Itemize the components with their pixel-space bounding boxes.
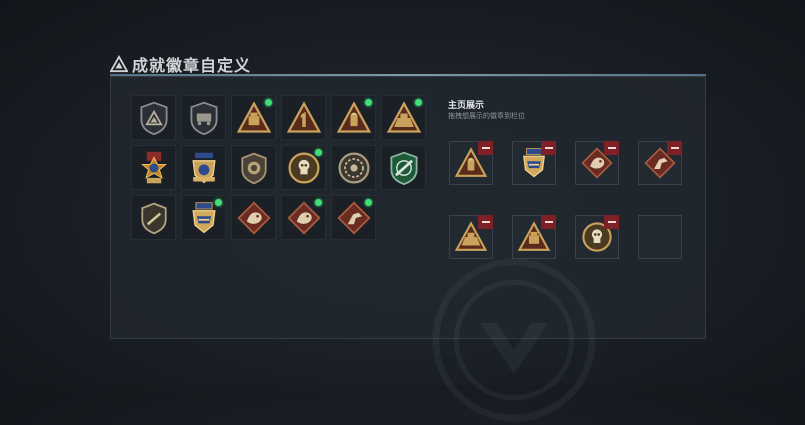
new-indicator-dot — [315, 199, 322, 206]
shield-lion-badge-icon — [240, 152, 267, 184]
remove-badge-button[interactable] — [541, 141, 556, 155]
shield-dagger-badge-icon — [140, 202, 167, 234]
new-indicator-dot — [265, 99, 272, 106]
remove-badge-button[interactable] — [667, 141, 682, 155]
badge-item-14[interactable] — [181, 195, 226, 240]
new-indicator-dot — [365, 199, 372, 206]
badge-item-12[interactable] — [381, 145, 426, 190]
badge-item-16[interactable] — [281, 195, 326, 240]
showcase-slot-1[interactable] — [449, 141, 493, 185]
page-header: 成就徽章自定义 — [110, 53, 251, 75]
remove-badge-button[interactable] — [478, 141, 493, 155]
green-rifle-shield-badge-icon — [390, 151, 417, 185]
new-indicator-dot — [215, 199, 222, 206]
shield-truck-badge-icon — [190, 101, 217, 135]
eagle-crest-badge-icon — [191, 152, 216, 183]
minus-icon — [481, 221, 490, 223]
remove-badge-button[interactable] — [604, 141, 619, 155]
remove-badge-button[interactable] — [604, 215, 619, 229]
showcase-slot-6[interactable] — [512, 215, 556, 259]
new-indicator-dot — [315, 149, 322, 156]
badge-item-5[interactable] — [331, 95, 376, 140]
minus-icon — [607, 147, 616, 149]
showcase-subtitle: 拖拽想展示的徽章到栏位 — [448, 113, 525, 120]
showcase-slot-4[interactable] — [638, 141, 682, 185]
badge-item-11[interactable] — [331, 145, 376, 190]
star-medal-badge-icon — [140, 151, 167, 183]
remove-badge-button[interactable] — [478, 215, 493, 229]
remove-badge-button[interactable] — [541, 215, 556, 229]
watermark-emblem-icon — [432, 258, 596, 422]
badge-item-7[interactable] — [131, 145, 176, 190]
new-indicator-dot — [365, 99, 372, 106]
badge-panel: 主页展示 拖拽想展示的徽章到栏位 — [110, 76, 706, 422]
diamond-dragon-badge-icon — [236, 200, 271, 235]
shield-triangle-badge-icon — [140, 101, 167, 135]
badge-item-4[interactable] — [281, 95, 326, 140]
showcase-slot-5[interactable] — [449, 215, 493, 259]
badge-item-3[interactable] — [231, 95, 276, 140]
warning-triangle-icon — [110, 55, 128, 73]
minus-icon — [607, 221, 616, 223]
badge-item-2[interactable] — [181, 95, 226, 140]
badge-item-15[interactable] — [231, 195, 276, 240]
badge-item-10[interactable] — [281, 145, 326, 190]
new-indicator-dot — [415, 99, 422, 106]
badge-item-8[interactable] — [181, 145, 226, 190]
showcase-title: 主页展示 — [448, 100, 485, 110]
wreath-medallion-badge-icon — [337, 151, 370, 184]
badge-item-17[interactable] — [331, 195, 376, 240]
showcase-slot-3[interactable] — [575, 141, 619, 185]
page-title: 成就徽章自定义 — [132, 58, 252, 75]
badge-item-6[interactable] — [381, 95, 426, 140]
minus-icon — [544, 221, 553, 223]
minus-icon — [481, 147, 490, 149]
showcase-slot-2[interactable] — [512, 141, 556, 185]
badge-item-9[interactable] — [231, 145, 276, 190]
minus-icon — [670, 147, 679, 149]
showcase-slot-7[interactable] — [575, 215, 619, 259]
triangle-number-one-badge-icon — [286, 100, 321, 133]
badge-item-1[interactable] — [131, 95, 176, 140]
badge-collection-grid — [131, 95, 426, 240]
badge-item-13[interactable] — [131, 195, 176, 240]
showcase-slot-8[interactable] — [638, 215, 682, 259]
minus-icon — [544, 147, 553, 149]
